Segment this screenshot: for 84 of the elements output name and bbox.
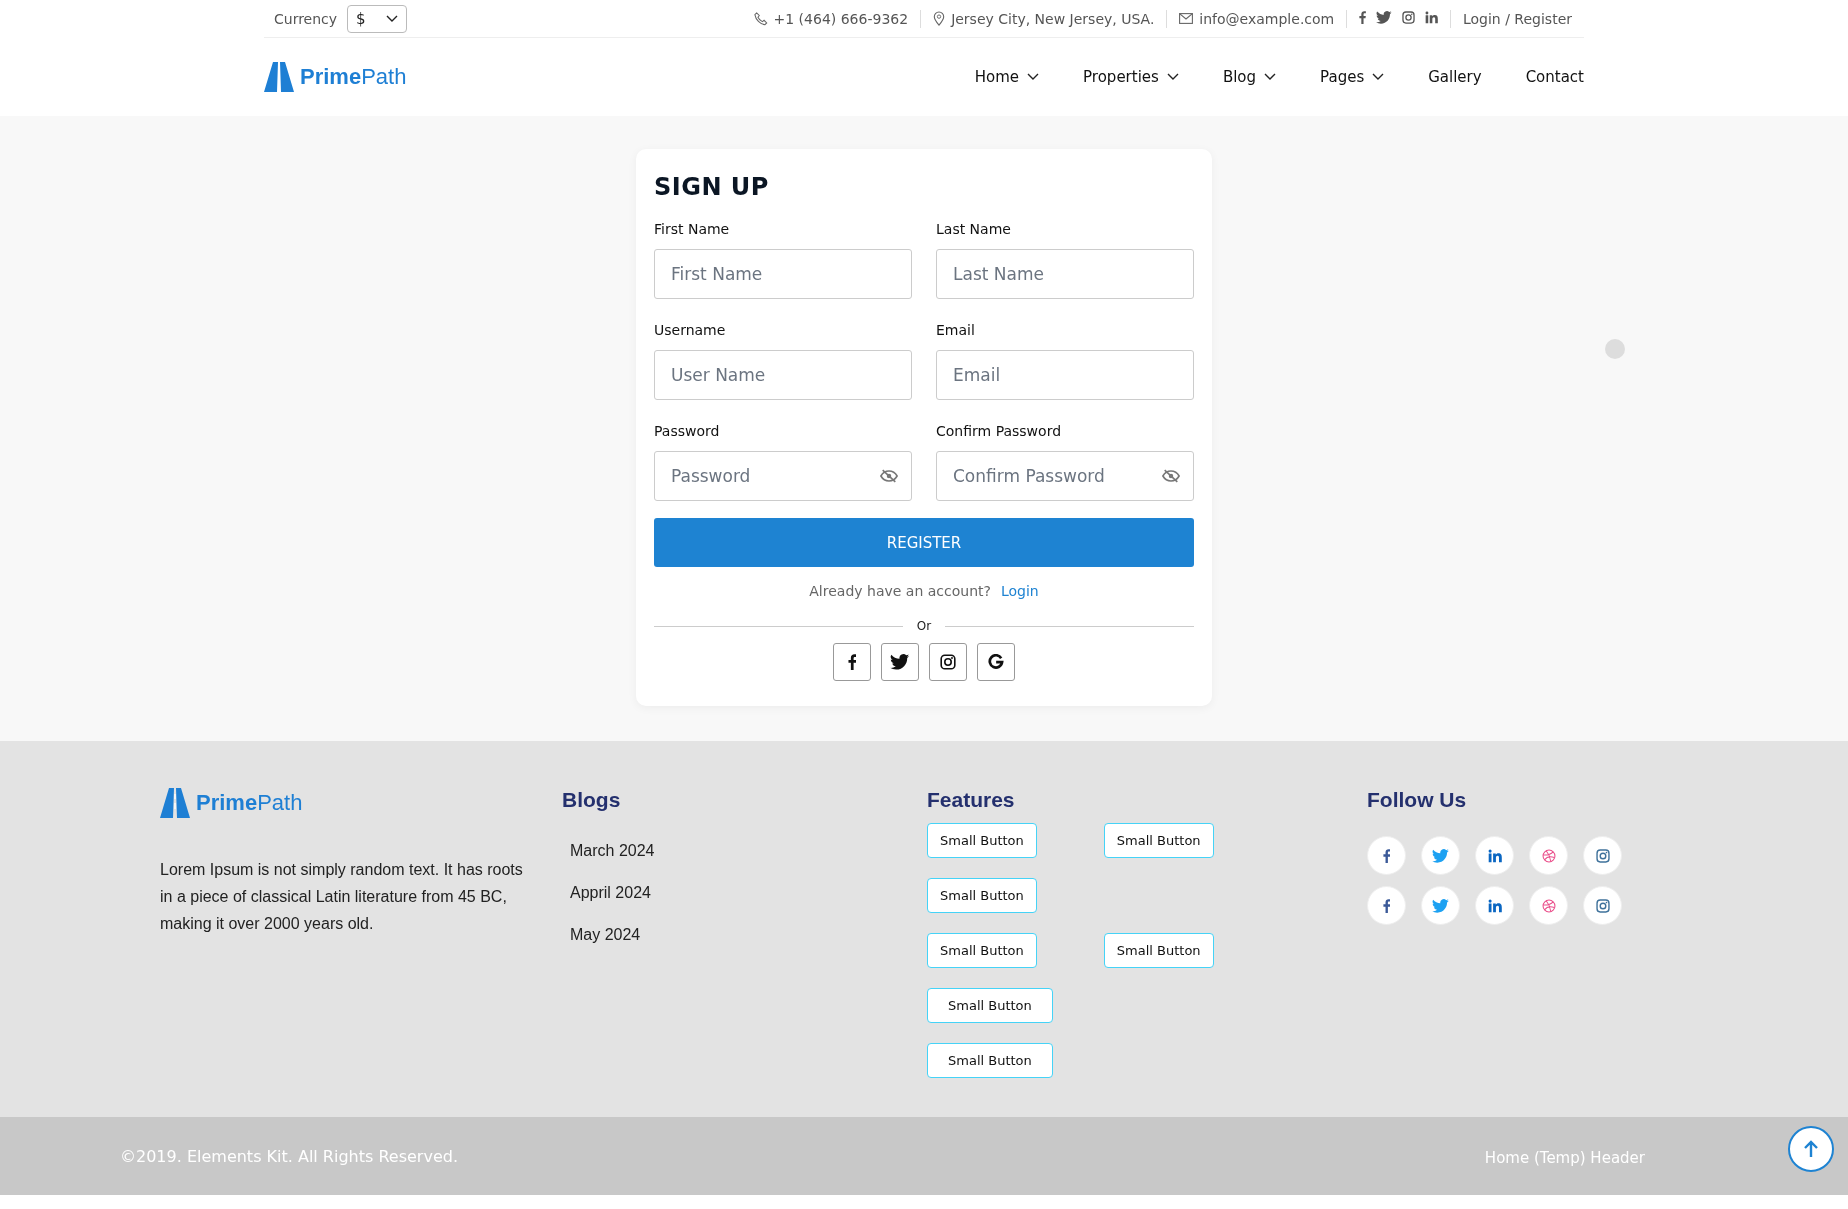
nav-menu-item[interactable]: Blog — [1222, 68, 1277, 86]
primepath-logo[interactable]: PrimePath — [264, 62, 407, 92]
instagram-icon — [1401, 10, 1415, 24]
social-link-button[interactable] — [1367, 836, 1406, 875]
small-button[interactable]: Small Button — [1103, 933, 1214, 968]
small-button[interactable]: Small Button — [927, 933, 1037, 968]
field-label: First Name — [654, 221, 731, 237]
social-link-button[interactable] — [1421, 836, 1460, 875]
social-login-button[interactable] — [929, 643, 967, 681]
login-link[interactable]: Login — [1000, 583, 1039, 599]
instagram-icon — [1595, 848, 1610, 863]
currency-label: Currency — [274, 10, 338, 27]
linkedin-icon — [1424, 10, 1438, 24]
blogs-heading: Blogs — [562, 788, 622, 812]
circle-marker — [1605, 339, 1625, 359]
eye-slash-icon[interactable] — [880, 469, 898, 483]
dribbble-icon — [1541, 898, 1556, 913]
social-link-button[interactable] — [1583, 836, 1622, 875]
blog-link[interactable]: Appril 2024 — [570, 884, 927, 902]
currency-select[interactable]: $ — [347, 4, 408, 33]
chevron-down-icon — [386, 14, 399, 23]
nav-menu-item[interactable]: Home — [974, 68, 1040, 86]
social-login-button[interactable] — [833, 643, 871, 681]
eye-slash-icon[interactable] — [1162, 469, 1180, 483]
input-field[interactable]: Email — [936, 350, 1194, 400]
field-label: Confirm Password — [936, 423, 1063, 439]
instagram-icon — [1595, 898, 1610, 913]
facebook-icon — [847, 654, 857, 670]
field-label: Password — [654, 423, 721, 439]
input-field[interactable]: User Name — [654, 350, 912, 400]
social-link-button[interactable] — [1529, 836, 1568, 875]
social-link-button[interactable] — [1529, 886, 1568, 925]
follow-us-heading: Follow Us — [1367, 788, 1468, 812]
phone-icon — [753, 11, 768, 26]
field-label: Username — [654, 322, 727, 338]
field-label: Email — [936, 322, 976, 338]
facebook-icon — [1382, 898, 1391, 913]
blog-link[interactable]: May 2024 — [570, 926, 927, 944]
twitter-icon — [1376, 10, 1392, 24]
linkedin-icon — [1487, 898, 1502, 913]
social-link-button[interactable] — [1475, 836, 1514, 875]
account-prompt: Already have an account? — [809, 583, 991, 599]
nav-menu-item[interactable]: Pages — [1320, 68, 1385, 86]
about-text: Lorem Ipsum is not simply random text. It has roots in a piece of classical Latin literature from 45 BC, making it over 2000 years old. — [160, 860, 524, 934]
location-pin-icon — [933, 11, 946, 26]
phone-number: +1 (464) 666-9362 — [773, 10, 909, 27]
arrow-up-icon — [1803, 1140, 1819, 1158]
field-label: Last Name — [936, 221, 1012, 237]
input-field[interactable]: Password — [654, 451, 912, 501]
register-button[interactable]: REGISTER — [654, 518, 1194, 567]
instagram-icon — [940, 654, 956, 670]
address-text: Jersey City, New Jersey, USA. — [951, 10, 1155, 27]
input-field[interactable]: Confirm Password — [936, 451, 1194, 501]
social-link-button[interactable] — [1421, 886, 1460, 925]
social-login-button[interactable] — [977, 643, 1015, 681]
features-heading: Features — [927, 788, 1016, 812]
twitter-icon — [890, 654, 910, 670]
nav-menu-item[interactable]: Properties — [1083, 68, 1179, 86]
signup-title: SIGN UP — [654, 173, 770, 201]
small-button[interactable]: Small Button — [927, 1043, 1053, 1078]
social-link-button[interactable] — [1367, 886, 1406, 925]
social-login-button[interactable] — [881, 643, 919, 681]
blog-link[interactable]: March 2024 — [570, 842, 927, 860]
small-button[interactable]: Small Button — [927, 878, 1037, 913]
email-link[interactable]: info@example.com — [1199, 10, 1335, 27]
twitter-icon — [1432, 898, 1449, 913]
social-link-button[interactable] — [1475, 886, 1514, 925]
input-field[interactable]: Last Name — [936, 249, 1194, 299]
facebook-icon — [1382, 848, 1391, 863]
small-button[interactable]: Small Button — [1103, 823, 1214, 858]
or-divider-text: Or — [916, 619, 932, 633]
small-button[interactable]: Small Button — [927, 823, 1037, 858]
social-link-button[interactable] — [1583, 886, 1622, 925]
login-register-link[interactable]: Login / Register — [1462, 10, 1572, 27]
nav-menu-item[interactable]: Contact — [1525, 68, 1584, 86]
linkedin-icon — [1487, 848, 1502, 863]
envelope-icon — [1179, 13, 1194, 24]
facebook-icon — [1359, 10, 1367, 24]
google-icon — [988, 654, 1004, 670]
small-button[interactable]: Small Button — [927, 988, 1053, 1023]
twitter-icon — [1432, 848, 1449, 863]
input-field[interactable]: First Name — [654, 249, 912, 299]
dribbble-icon — [1541, 848, 1556, 863]
nav-menu-item[interactable]: Gallery — [1428, 68, 1482, 86]
